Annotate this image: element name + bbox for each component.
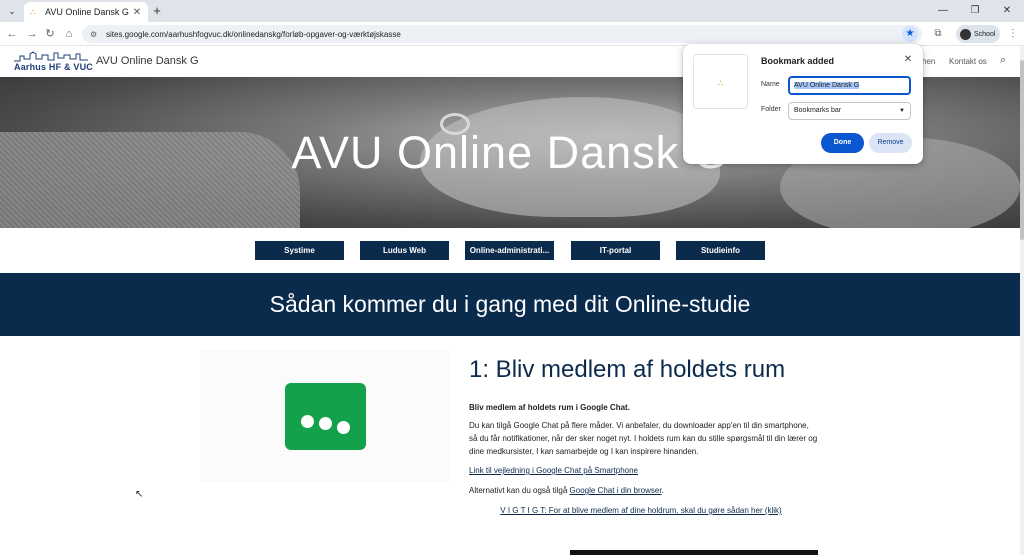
mouse-cursor-icon: ↖ (135, 489, 144, 500)
browser-menu-icon[interactable]: ⋮ (1006, 26, 1020, 42)
chat-dot (301, 415, 314, 428)
bookmark-thumbnail: ⛬ (693, 54, 748, 109)
bookmark-name-label: Name (761, 81, 780, 88)
done-button[interactable]: Done (821, 133, 864, 153)
reload-icon[interactable]: ↻ (42, 26, 58, 42)
ludus-web-button[interactable]: Ludus Web (360, 241, 449, 260)
section-subtitle: Bliv medlem af holdets rum i Google Chat… (469, 403, 630, 412)
online-administration-button[interactable]: Online-administrati... (465, 241, 554, 260)
forward-icon[interactable]: → (24, 26, 40, 42)
google-chat-browser-link[interactable]: Google Chat i din browser (570, 486, 662, 495)
alternative-access-text: Alternativt kan du også tilgå Google Cha… (469, 484, 819, 497)
smartphone-guide-link[interactable]: Link til vejledning i Google Chat på Sma… (469, 466, 638, 475)
site-info-icon[interactable]: ⚙ (90, 30, 100, 39)
url-text: sites.google.com/aarhushfogvuc.dk/online… (106, 29, 401, 39)
tab-close-icon[interactable]: ✕ (132, 7, 142, 18)
browser-tab[interactable]: ⛬ AVU Online Dansk G ✕ (24, 2, 148, 22)
bookmark-folder-label: Folder (761, 106, 781, 113)
browser-toolbar: ← → ↻ ⌂ ⚙ sites.google.com/aarhushfogvuc… (0, 22, 1024, 46)
alt-prefix: Alternativt kan du også tilgå (469, 486, 570, 495)
video-embed-top[interactable] (570, 550, 818, 555)
section-title: 1: Bliv medlem af holdets rum (469, 356, 786, 383)
bookmark-name-value: AVU Online Dansk G (794, 82, 860, 89)
systime-button[interactable]: Systime (255, 241, 344, 260)
avatar (960, 28, 971, 40)
section-banner: Sådan kommer du i gang med dit Online-st… (0, 273, 1020, 336)
back-icon[interactable]: ← (4, 26, 20, 42)
favicon-icon: ⛬ (30, 7, 36, 16)
nav-item-contact[interactable]: Kontakt os (949, 57, 987, 66)
main-content: 1: Bliv medlem af holdets rum Bliv medle… (0, 336, 1020, 555)
profile-label: School (974, 30, 996, 38)
alt-suffix: . (661, 486, 664, 495)
nav-item-partial[interactable]: hen (922, 57, 935, 66)
studieinfo-button[interactable]: Studieinfo (676, 241, 765, 260)
new-tab-button[interactable]: + (150, 3, 164, 19)
chat-dot (337, 421, 350, 434)
it-portal-button[interactable]: IT-portal (571, 241, 660, 260)
chevron-down-icon: ▼ (899, 108, 905, 114)
banner-title: Sådan kommer du i gang med dit Online-st… (269, 291, 751, 317)
bookmark-close-icon[interactable]: ✕ (902, 54, 914, 65)
important-join-link[interactable]: V I G T I G T: For at blive medlem af di… (470, 506, 812, 515)
scrollbar-thumb[interactable] (1020, 60, 1024, 240)
smartphone-guide-link-row: Link til vejledning i Google Chat på Sma… (469, 464, 819, 477)
site-search-icon[interactable]: ⌕ (1000, 54, 1006, 67)
address-bar[interactable]: ⚙ sites.google.com/aarhushfogvuc.dk/onli… (82, 25, 922, 43)
extensions-icon[interactable]: ⧉ (930, 26, 946, 42)
window-close-icon[interactable]: ✕ (992, 2, 1022, 20)
quicklinks-row: Systime Ludus Web Online-administrati...… (0, 228, 1020, 273)
bookmark-folder-select[interactable]: Bookmarks bar ▼ (788, 102, 911, 120)
site-title[interactable]: AVU Online Dansk G (96, 55, 199, 67)
bookmark-star-icon[interactable]: ★ (902, 26, 918, 42)
skyline-icon (14, 51, 88, 62)
google-chat-icon (285, 383, 366, 450)
tab-title: AVU Online Dansk G (45, 7, 129, 17)
home-icon[interactable]: ⌂ (61, 26, 77, 42)
restore-icon[interactable]: ❐ (960, 2, 990, 20)
bookmark-dialog-title: Bookmark added (761, 56, 835, 66)
tab-strip: ⌄ ⛬ AVU Online Dansk G ✕ + — ❐ ✕ (0, 0, 1024, 22)
bookmark-name-input[interactable]: AVU Online Dansk G (788, 76, 911, 95)
chat-dot (319, 417, 332, 430)
tab-search-icon[interactable]: ⌄ (4, 3, 20, 19)
remove-button[interactable]: Remove (869, 133, 912, 153)
logo-text: Aarhus HF & VUC (14, 62, 94, 72)
bookmark-added-dialog: ⛬ Bookmark added ✕ Name AVU Online Dansk… (683, 44, 923, 164)
minimize-icon[interactable]: — (928, 2, 958, 20)
section-body: Du kan tilgå Google Chat på flere måder.… (469, 421, 818, 456)
site-logo[interactable]: Aarhus HF & VUC (14, 51, 93, 75)
bookmark-folder-value: Bookmarks bar (794, 107, 842, 114)
profile-button[interactable]: School (956, 25, 1000, 43)
